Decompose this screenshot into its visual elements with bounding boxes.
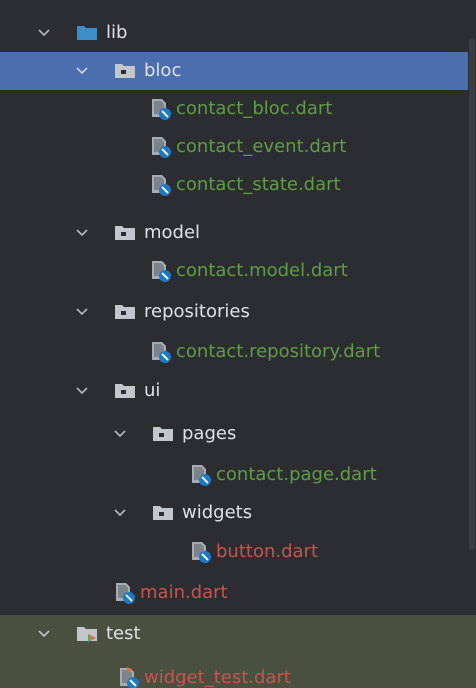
package-folder-icon bbox=[114, 225, 136, 241]
tree-item-label: test bbox=[106, 623, 141, 644]
tree-item-label: lib bbox=[106, 22, 128, 43]
tree-item-contact-repository-dart[interactable]: contact.repository.dart bbox=[0, 333, 468, 371]
tree-item-button-dart[interactable]: button.dart bbox=[0, 533, 468, 571]
package-folder-icon bbox=[152, 426, 174, 442]
tree-item-label: model bbox=[144, 222, 201, 243]
dart-file-icon bbox=[114, 581, 136, 605]
dart-file-icon bbox=[150, 173, 172, 197]
vertical-scrollbar[interactable] bbox=[468, 0, 476, 550]
chevron-down-icon[interactable] bbox=[112, 505, 128, 521]
tree-item-contact-model-dart[interactable]: contact.model.dart bbox=[0, 252, 468, 290]
tree-item-contact-event-dart[interactable]: contact_event.dart bbox=[0, 128, 468, 166]
chevron-down-icon[interactable] bbox=[36, 25, 52, 41]
chevron-down-icon[interactable] bbox=[74, 383, 90, 399]
tree-item-pages[interactable]: pages bbox=[0, 415, 468, 453]
tree-item-label: ui bbox=[144, 380, 161, 401]
tree-item-label: pages bbox=[182, 423, 237, 444]
tree-item-label: repositories bbox=[144, 301, 250, 322]
tree-item-bloc[interactable]: bloc bbox=[0, 52, 468, 90]
dart-file-icon bbox=[190, 463, 212, 487]
tree-item-label: widgets bbox=[182, 502, 253, 523]
package-folder-icon bbox=[114, 304, 136, 320]
tree-item-test[interactable]: test bbox=[0, 615, 476, 653]
chevron-down-icon[interactable] bbox=[112, 426, 128, 442]
dart-file-icon bbox=[150, 340, 172, 364]
tree-item-widgets[interactable]: widgets bbox=[0, 494, 468, 532]
tree-item-contact-page-dart[interactable]: contact.page.dart bbox=[0, 456, 468, 494]
tree-item-label: main.dart bbox=[140, 582, 228, 603]
tree-item-label: contact_state.dart bbox=[176, 174, 341, 195]
tree-item-main-dart[interactable]: main.dart bbox=[0, 574, 468, 612]
dart-file-icon bbox=[150, 259, 172, 283]
tree-item-label: contact.repository.dart bbox=[176, 341, 381, 362]
tree-item-label: contact_event.dart bbox=[176, 136, 347, 157]
chevron-down-icon[interactable] bbox=[74, 63, 90, 79]
tree-item-widget-test-dart[interactable]: widget_test.dart bbox=[0, 653, 476, 688]
tree-item-label: widget_test.dart bbox=[144, 667, 291, 688]
tree-item-lib[interactable]: lib bbox=[0, 14, 468, 52]
folder-icon bbox=[76, 25, 98, 41]
tree-item-label: contact.model.dart bbox=[176, 260, 348, 281]
dart-file-icon bbox=[150, 135, 172, 159]
package-folder-icon bbox=[114, 63, 136, 79]
tree-item-label: button.dart bbox=[216, 541, 319, 562]
dart-test-file-icon bbox=[118, 666, 140, 688]
project-tree: lib bloc contact_bloc.dart contact_event… bbox=[0, 0, 476, 688]
test-folder-icon bbox=[76, 626, 98, 642]
package-folder-icon bbox=[114, 383, 136, 399]
tree-item-ui[interactable]: ui bbox=[0, 372, 468, 410]
chevron-down-icon[interactable] bbox=[74, 225, 90, 241]
tree-item-label: contact.page.dart bbox=[216, 464, 377, 485]
tree-item-model[interactable]: model bbox=[0, 214, 468, 252]
chevron-down-icon[interactable] bbox=[74, 304, 90, 320]
tree-item-label: bloc bbox=[144, 60, 182, 81]
tree-item-contact-bloc-dart[interactable]: contact_bloc.dart bbox=[0, 90, 468, 128]
dart-file-icon bbox=[190, 540, 212, 564]
dart-file-icon bbox=[150, 97, 172, 121]
chevron-down-icon[interactable] bbox=[36, 626, 52, 642]
package-folder-icon bbox=[152, 505, 174, 521]
tree-item-repositories[interactable]: repositories bbox=[0, 293, 468, 331]
tree-item-label: contact_bloc.dart bbox=[176, 98, 333, 119]
tree-item-contact-state-dart[interactable]: contact_state.dart bbox=[0, 166, 468, 204]
scrollbar-thumb[interactable] bbox=[469, 38, 475, 550]
